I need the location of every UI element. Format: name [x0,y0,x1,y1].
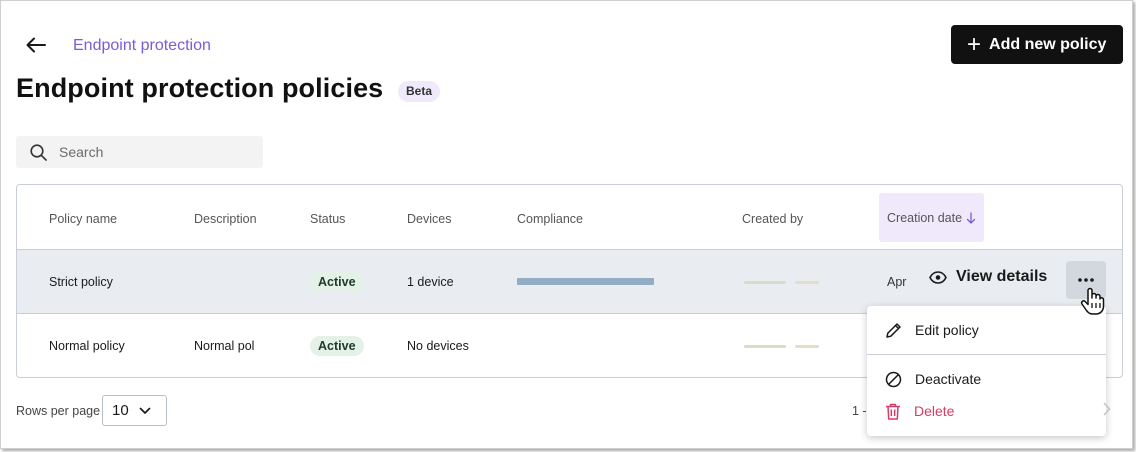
policy-name-cell: Normal policy [49,339,125,353]
creation-date-cell: Apr [887,275,907,289]
page-title: Endpoint protection policies [16,73,384,103]
menu-label: Deactivate [915,371,982,387]
menu-item-deactivate[interactable]: Deactivate [867,362,1106,396]
plus-icon: + [967,30,982,58]
breadcrumb[interactable]: Endpoint protection [73,37,211,55]
column-header-devices[interactable]: Devices [407,212,451,226]
menu-item-delete[interactable]: Delete [867,394,1106,428]
compliance-bar [517,278,654,285]
back-arrow-icon[interactable] [23,32,49,58]
search-icon [30,143,47,161]
rows-per-page-label: Rows per page [16,404,101,418]
menu-divider [867,354,1106,355]
column-header-status[interactable]: Status [310,212,345,226]
column-header-policy-name[interactable]: Policy name [49,212,117,226]
chevron-down-icon [139,407,151,414]
column-header-compliance[interactable]: Compliance [517,212,583,226]
hand-cursor-icon [1080,286,1106,321]
policy-name-cell: Strict policy [49,275,113,289]
pencil-icon [886,322,901,338]
column-header-creation-date[interactable]: Creation date [879,193,984,242]
devices-cell: 1 device [407,275,454,289]
created-by-redacted [795,281,819,284]
row-actions-menu: Edit policy Deactivate Delete [867,306,1106,436]
block-icon [885,371,902,387]
created-by-redacted [795,345,819,348]
devices-cell: No devices [407,339,469,353]
search-box[interactable] [16,136,263,168]
menu-label: Edit policy [915,322,979,338]
trash-icon [886,403,900,420]
chevron-right-icon[interactable] [1102,401,1112,422]
eye-icon [929,270,947,284]
app-window: Endpoint protection Endpoint protection … [0,0,1133,449]
column-header-created-by[interactable]: Created by [742,212,803,226]
add-new-policy-label: Add new policy [989,35,1107,53]
status-badge: Active [310,272,364,292]
created-by-redacted [744,281,786,284]
created-by-redacted [744,345,786,348]
beta-badge: Beta [398,81,441,102]
menu-item-edit-policy[interactable]: Edit policy [867,313,1106,347]
search-input[interactable] [59,144,249,160]
rows-per-page-value: 10 [112,402,129,419]
pagination-range: 1 - [852,404,867,418]
rows-per-page-select[interactable]: 10 [102,395,167,426]
view-details-button[interactable]: View details [929,268,1047,286]
status-badge: Active [310,336,364,356]
menu-label: Delete [914,403,955,419]
more-horizontal-icon [1078,278,1094,282]
sort-down-arrow-icon [966,211,976,224]
view-details-label: View details [956,268,1048,285]
table-header: Policy name Description Status Devices C… [17,185,1122,250]
table-row[interactable]: Strict policy Active 1 device Apr View d… [17,250,1122,314]
description-cell: Normal pol [194,339,255,353]
creation-date-label: Creation date [887,210,963,225]
column-header-description[interactable]: Description [194,212,257,226]
add-new-policy-button[interactable]: + Add new policy [951,25,1123,64]
